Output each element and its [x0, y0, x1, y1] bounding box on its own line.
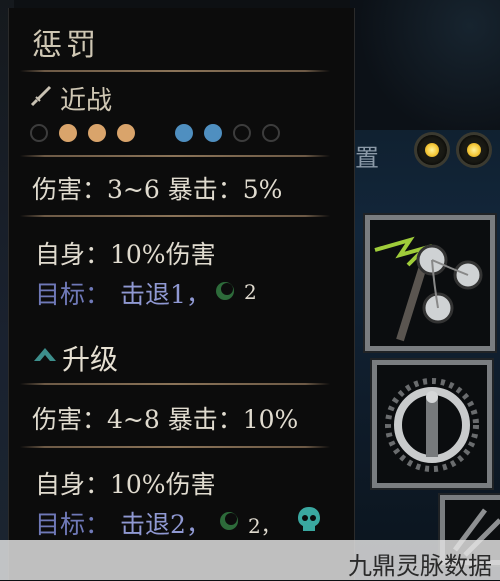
upgrade-icon [34, 348, 56, 361]
upgrade-target-label: 目标： [35, 510, 111, 539]
upgrade-target-extra: 2， [248, 514, 281, 538]
divider [20, 383, 330, 385]
upgrade-stats: 伤害：4~8 暴击：10% [32, 405, 299, 434]
position-slot-light[interactable] [414, 132, 450, 168]
base-self-effect: 自身：10%伤害 [35, 240, 216, 269]
launch-position-dot [30, 124, 48, 142]
attack-type: 近战 [60, 86, 113, 116]
divider [20, 155, 330, 157]
flail-icon [370, 220, 490, 346]
upgrade-self-effect: 自身：10%伤害 [35, 470, 216, 499]
base-target-extra: 2 [244, 280, 257, 304]
launch-position-dot [59, 124, 77, 142]
background-shade [350, 0, 500, 130]
position-slot-light[interactable] [456, 132, 492, 168]
skill-slot-guard[interactable] [372, 360, 492, 488]
base-target-effect: 击退1， [120, 280, 211, 309]
skill-slot-punish[interactable] [365, 215, 495, 351]
launch-position-dot [88, 124, 106, 142]
skill-title: 惩罚 [32, 28, 100, 63]
watermark-text: 九鼎灵脉数据 [348, 552, 492, 580]
base-target-label: 目标： [35, 280, 111, 309]
target-position-dot [262, 124, 280, 142]
divider [20, 70, 330, 72]
upgrade-target-effect: 击退2， [120, 510, 211, 539]
sword-icon [30, 85, 52, 107]
blight-icon [220, 512, 238, 530]
skull-icon [298, 507, 320, 531]
base-stats: 伤害：3~6 暴击：5% [32, 175, 283, 204]
target-position-dot [175, 124, 193, 142]
target-position-dot [233, 124, 251, 142]
spiked-ring-icon [377, 365, 487, 483]
target-position-dot [204, 124, 222, 142]
divider [20, 446, 330, 448]
upgrade-label: 升级 [62, 343, 119, 376]
blight-icon [216, 282, 234, 300]
launch-position-dot [117, 124, 135, 142]
divider [20, 215, 330, 217]
slot-label: 置 [355, 144, 379, 172]
